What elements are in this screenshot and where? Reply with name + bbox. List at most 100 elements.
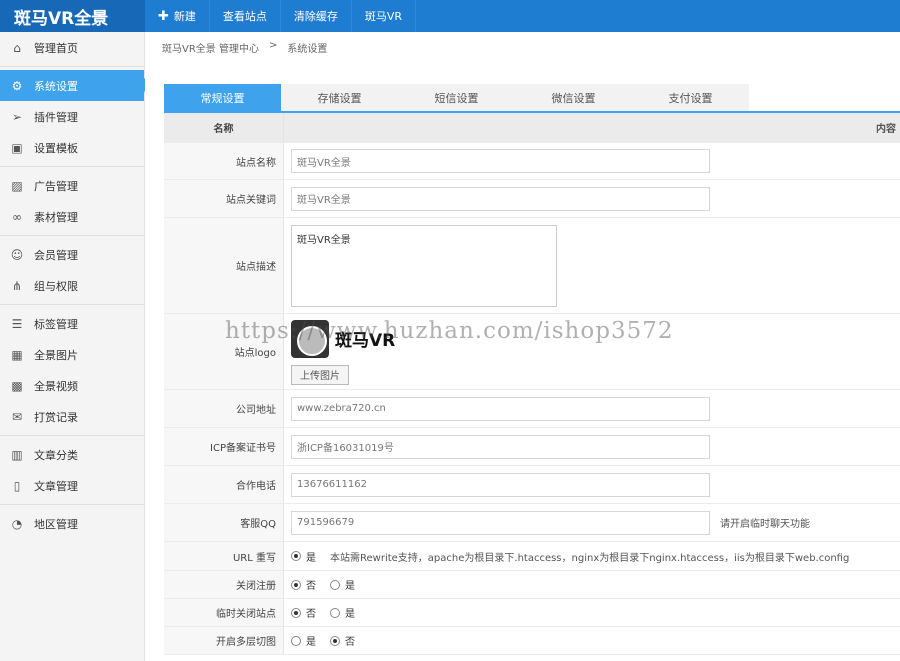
list-icon: ☰ [11,316,23,331]
keywords-input[interactable] [291,186,710,211]
row-phone: 合作电话 [164,466,900,504]
sidebar-item-label: 文章管理 [34,479,78,493]
row-multi-level: 开启多层切图 是 否 [164,627,900,655]
sidebar-divider [0,435,144,436]
logo-text: 斑马VR [335,331,396,351]
logo-box: 斑马VR 上传图片 [291,319,395,385]
sidebar-item-plugins[interactable]: ➢ 插件管理 [0,101,144,132]
sidebar-item-panorama-videos[interactable]: ▩ 全景视频 [0,370,144,401]
tab-payment[interactable]: 支付设置 [632,84,749,111]
sidebar-item-label: 文章分类 [34,448,78,462]
sidebar: ⌂ 管理首页 ⚙ 系统设置 ➢ 插件管理 ▣ 设置模板 ▨ 广告管理 ∞ 素材管理 ☺ 会员管… [0,32,152,661]
radio-label: 否 [306,609,316,620]
sidebar-item-label: 素材管理 [34,210,78,224]
sidebar-item-label: 组与权限 [34,279,78,293]
multi-level-yes-radio[interactable]: 是 [291,633,316,648]
multi-level-no-radio[interactable]: 否 [330,633,355,648]
description-textarea[interactable]: 斑马VR全景 [291,224,557,307]
qq-label: 客服QQ [164,504,284,541]
gear-icon: ⚙ [11,78,23,93]
grid-icon: ▦ [11,347,23,362]
logo-preview: 斑马VR [291,319,395,359]
tab-general[interactable]: 常规设置 [164,84,281,111]
phone-label: 合作电话 [164,466,284,503]
multi-level-label: 开启多层切图 [164,627,284,654]
share-icon: ⋔ [11,278,23,293]
icp-label: ICP备案证书号 [164,428,284,465]
top-nav: ✚ 新建 查看站点 清除缓存 斑马VR [145,0,417,32]
sidebar-item-rewards[interactable]: ✉ 打赏记录 [0,401,144,432]
qq-input[interactable] [291,510,710,535]
sidebar-item-label: 管理首页 [34,41,78,55]
palette-icon: ◔ [11,516,23,531]
sidebar-item-label: 广告管理 [34,179,78,193]
close-site-yes-radio[interactable]: 是 [330,605,355,620]
clear-cache-button[interactable]: 清除缓存 [281,0,352,32]
sidebar-item-tags[interactable]: ☰ 标签管理 [0,308,144,339]
zebra-vr-button[interactable]: 斑马VR [352,0,417,32]
sidebar-item-ads[interactable]: ▨ 广告管理 [0,170,144,201]
radio-label: 否 [306,581,316,592]
new-button[interactable]: ✚ 新建 [145,0,210,32]
apps-icon: ▩ [11,378,23,393]
view-site-button[interactable]: 查看站点 [210,0,281,32]
radio-dot [291,579,301,590]
settings-form: 名称 内容 站点名称 站点关键词 站点描述 斑马VR全景 站点logo 斑马VR… [164,113,900,655]
sidebar-item-materials[interactable]: ∞ 素材管理 [0,201,144,232]
sidebar-item-templates[interactable]: ▣ 设置模板 [0,132,144,163]
phone-input[interactable] [291,472,710,497]
sidebar-item-panorama-images[interactable]: ▦ 全景图片 [0,339,144,370]
sidebar-item-article-categories[interactable]: ▥ 文章分类 [0,439,144,470]
sidebar-item-home[interactable]: ⌂ 管理首页 [0,32,144,63]
radio-label: 是 [345,581,355,592]
row-address: 公司地址 [164,390,900,428]
link-icon: ∞ [12,209,22,224]
site-name-input[interactable] [291,149,710,173]
address-label: 公司地址 [164,390,284,427]
rewrite-yes-radio[interactable]: 是 [291,549,316,564]
radio-dot [330,607,340,618]
zebra-logo-icon [291,319,329,358]
file-icon: ▯ [13,478,21,493]
template-icon: ▣ [11,140,23,155]
row-icp: ICP备案证书号 [164,428,900,466]
sidebar-divider [0,504,144,505]
address-input[interactable] [291,396,710,421]
sidebar-item-label: 打赏记录 [34,410,78,424]
tab-sms[interactable]: 短信设置 [398,84,515,111]
sidebar-item-articles[interactable]: ▯ 文章管理 [0,470,144,501]
sidebar-item-label: 会员管理 [34,248,78,262]
close-site-no-radio[interactable]: 否 [291,605,316,620]
row-close-register: 关闭注册 否 是 [164,571,900,599]
description-label: 站点描述 [164,218,284,313]
sidebar-item-regions[interactable]: ◔ 地区管理 [0,508,144,539]
new-label: 新建 [173,10,196,23]
icp-input[interactable] [291,434,710,459]
radio-label: 是 [345,609,355,620]
radio-label: 否 [345,637,355,648]
brand-logo[interactable]: 斑马VR全景 [0,0,145,32]
close-register-yes-radio[interactable]: 是 [330,577,355,592]
rewrite-hint: 本站需Rewrite支持，apache为根目录下.htaccess，nginx为… [330,552,850,564]
sidebar-item-label: 标签管理 [34,317,78,331]
settings-tabs: 常规设置 存储设置 短信设置 微信设置 支付设置 [164,84,900,113]
close-register-no-radio[interactable]: 否 [291,577,316,592]
table-header: 名称 内容 [164,113,900,143]
sidebar-item-system-settings[interactable]: ⚙ 系统设置 [0,70,152,101]
sidebar-item-groups[interactable]: ⋔ 组与权限 [0,270,144,301]
tab-wechat[interactable]: 微信设置 [515,84,632,111]
close-site-label: 临时关闭站点 [164,599,284,626]
image-icon: ▨ [11,178,23,193]
send-icon: ➢ [11,109,23,124]
tab-storage[interactable]: 存储设置 [281,84,398,111]
radio-label: 是 [306,552,316,564]
upload-image-button[interactable]: 上传图片 [291,364,349,385]
sidebar-divider [0,66,144,67]
sidebar-item-label: 设置模板 [34,141,78,155]
sidebar-item-members[interactable]: ☺ 会员管理 [0,239,144,270]
sidebar-divider [0,304,144,305]
row-site-name: 站点名称 [164,143,900,180]
sidebar-item-label: 全景图片 [34,348,78,362]
breadcrumb-root[interactable]: 斑马VR全景 管理中心 [162,40,259,55]
keywords-label: 站点关键词 [164,180,284,217]
